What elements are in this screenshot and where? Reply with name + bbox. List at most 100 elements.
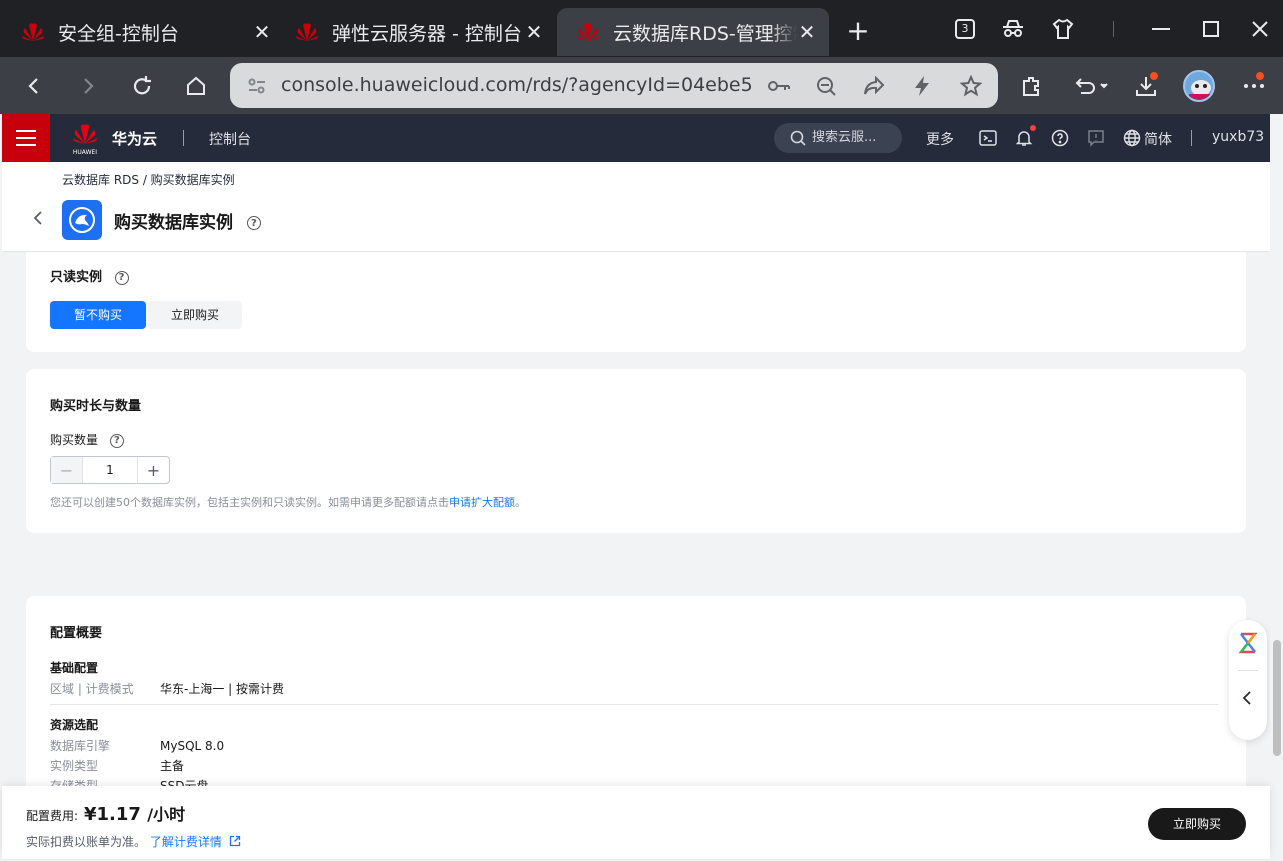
zoom-out-icon[interactable] — [812, 72, 840, 100]
help-question-icon[interactable]: ? — [114, 270, 129, 285]
config-summary-card: 配置概要 基础配置 区域 | 计费模式 华东-上海一 | 按需计费 资源选配 数据… — [26, 596, 1246, 806]
rds-dolphin-icon — [62, 200, 102, 240]
section-title: 购买时长与数量 — [50, 399, 142, 414]
language-selector[interactable]: 简体 — [1144, 129, 1172, 149]
breadcrumb[interactable]: 云数据库 RDS / 购买数据库实例 — [62, 171, 235, 188]
tab-count-button[interactable]: 3 — [950, 14, 980, 44]
summary-row: 区域 | 计费模式 华东-上海一 | 按需计费 — [50, 680, 284, 697]
menu-dots-icon[interactable] — [1238, 70, 1270, 102]
huawei-logo[interactable]: HUAWEI — [70, 122, 100, 156]
request-quota-link[interactable]: 申请扩大配额 — [449, 496, 515, 509]
browser-toolbar: console.huaweicloud.com/rds/?agencyId=04… — [0, 57, 1283, 114]
page-header: 云数据库 RDS / 购买数据库实例 购买数据库实例 ? — [2, 162, 1270, 252]
download-icon[interactable] — [1130, 70, 1162, 102]
new-tab-button[interactable]: + — [843, 14, 873, 48]
brand-name[interactable]: 华为云 — [112, 128, 157, 149]
back-chevron-icon[interactable] — [30, 210, 46, 226]
extensions-icon[interactable] — [1015, 70, 1047, 102]
browser-tab-security-group[interactable]: 安全组-控制台 ✕ — [2, 8, 284, 56]
menu-hamburger-icon[interactable] — [2, 114, 50, 162]
quota-hint-end: 。 — [515, 496, 526, 509]
read-only-instance-card: 只读实例 ? 暂不购买 立即购买 — [26, 252, 1246, 352]
maximize-icon[interactable] — [1196, 14, 1226, 44]
browser-tab-strip: 安全组-控制台 ✕ 弹性云服务器 - 控制台 ✕ 云数据库RDS-管理控制台 ✕… — [0, 0, 1283, 57]
quantity-label: 购买数量 ? — [50, 431, 124, 448]
back-arrow-icon[interactable] — [18, 70, 50, 102]
header-search-input[interactable]: 搜索云服... — [774, 123, 902, 153]
summary-key: 区域 | 计费模式 — [50, 682, 134, 696]
tab-title: 云数据库RDS-管理控制台 — [613, 22, 797, 45]
username[interactable]: yuxb73 — [1212, 129, 1264, 145]
buy-now-button[interactable]: 立即购买 — [1148, 808, 1246, 840]
summary-key: 数据库引擎 — [50, 739, 111, 753]
incognito-icon[interactable] — [998, 14, 1028, 44]
browser-tab-rds-active[interactable]: 云数据库RDS-管理控制台 ✕ — [557, 8, 829, 56]
address-bar[interactable]: console.huaweicloud.com/rds/?agencyId=04… — [230, 63, 998, 108]
console-header: HUAWEI 华为云 控制台 搜索云服... 更多 简体 yuxb73 — [2, 114, 1270, 162]
globe-icon[interactable] — [1121, 127, 1143, 149]
help-question-icon[interactable]: ? — [109, 433, 124, 448]
reload-icon[interactable] — [126, 70, 158, 102]
share-icon[interactable] — [860, 72, 888, 100]
summary-divider — [50, 704, 1218, 705]
tab-close-icon[interactable]: ✕ — [524, 20, 544, 44]
home-icon[interactable] — [180, 70, 212, 102]
no-purchase-option[interactable]: 暂不购买 — [50, 301, 146, 329]
console-link[interactable]: 控制台 — [209, 129, 251, 149]
fee-price: ¥1.17 /小时 — [84, 801, 185, 825]
price-unit: /小时 — [147, 805, 186, 824]
ai-assistant-icon[interactable] — [1238, 632, 1258, 658]
huawei-logo-text: HUAWEI — [72, 149, 98, 156]
huawei-favicon-icon — [22, 23, 44, 41]
shirt-icon[interactable] — [1048, 14, 1078, 44]
browser-tab-ecs[interactable]: 弹性云服务器 - 控制台 ✕ — [276, 8, 556, 56]
rail-divider — [1238, 670, 1258, 671]
notification-dot — [1030, 125, 1036, 131]
external-link-icon[interactable] — [229, 835, 241, 847]
notification-bell-icon[interactable] — [1013, 125, 1036, 149]
tab-close-icon[interactable]: ✕ — [797, 20, 817, 44]
read-only-label: 只读实例 ? — [50, 266, 129, 285]
tab-title: 安全组-控制台 — [58, 22, 179, 45]
help-icon[interactable] — [1049, 127, 1071, 149]
feedback-icon[interactable] — [1085, 127, 1107, 149]
increment-button[interactable]: + — [137, 457, 169, 483]
more-menu[interactable]: 更多 — [926, 129, 954, 149]
download-badge-dot — [1148, 70, 1160, 82]
menu-badge-dot — [1254, 70, 1266, 82]
buy-now-option[interactable]: 立即购买 — [148, 301, 242, 329]
summary-row: 实例类型 主备 — [50, 757, 184, 774]
header-divider — [1191, 130, 1192, 146]
summary-value: 主备 — [160, 759, 185, 773]
resource-config-title: 资源选配 — [50, 718, 99, 732]
quota-hint-text: 您还可以创建50个数据库实例，包括主实例和只读实例。如需申请更多配额请点击 — [50, 496, 449, 509]
quantity-input[interactable]: 1 — [83, 457, 137, 483]
forward-arrow-icon[interactable] — [72, 70, 104, 102]
summary-key: 实例类型 — [50, 759, 99, 773]
decrement-button[interactable]: − — [51, 457, 83, 483]
summary-row: 数据库引擎 MySQL 8.0 — [50, 737, 224, 754]
close-window-icon[interactable] — [1245, 14, 1275, 44]
collapse-chevron-icon[interactable] — [1241, 690, 1253, 710]
help-question-icon[interactable]: ? — [246, 216, 261, 230]
profile-avatar[interactable] — [1183, 70, 1215, 102]
lightning-icon[interactable] — [908, 72, 936, 100]
search-icon — [790, 130, 806, 146]
billing-note-text: 实际扣费以账单为准。 — [26, 835, 147, 849]
billing-note: 实际扣费以账单为准。 了解计费详情 — [26, 833, 241, 850]
undo-menu-icon[interactable] — [1072, 70, 1112, 102]
tab-close-icon[interactable]: ✕ — [252, 20, 272, 44]
minimize-icon[interactable] — [1146, 14, 1176, 44]
huawei-favicon-icon — [577, 23, 599, 41]
quota-hint: 您还可以创建50个数据库实例，包括主实例和只读实例。如需申请更多配额请点击申请扩… — [50, 494, 526, 510]
summary-title: 配置概要 — [50, 626, 103, 641]
terminal-icon[interactable] — [977, 127, 999, 149]
site-settings-icon[interactable] — [243, 72, 271, 100]
page-scrollbar-thumb[interactable] — [1273, 640, 1281, 756]
basic-config-title: 基础配置 — [50, 661, 99, 675]
page-title: 购买数据库实例 ? — [114, 208, 261, 233]
bookmark-star-icon[interactable] — [957, 72, 985, 100]
billing-details-link[interactable]: 了解计费详情 — [150, 835, 222, 849]
key-icon[interactable] — [765, 72, 793, 100]
page-title-text: 购买数据库实例 — [114, 213, 233, 233]
